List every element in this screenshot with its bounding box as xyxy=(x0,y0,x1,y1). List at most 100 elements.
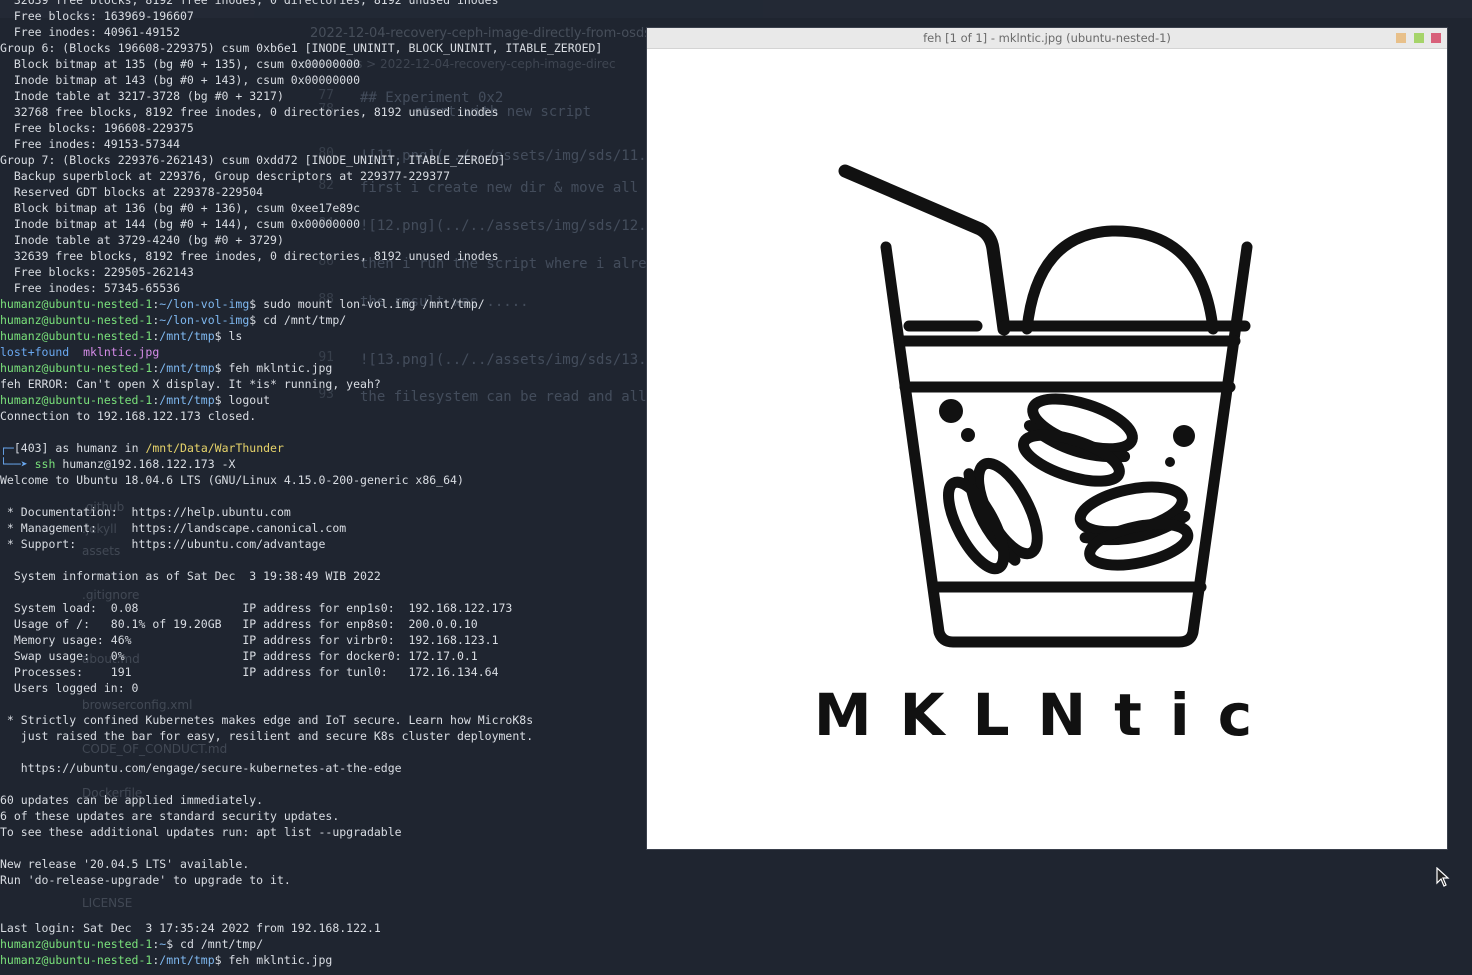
terminal-text: Free inodes: 49153-57344 xyxy=(0,137,181,151)
terminal-line: Users logged in: 0 xyxy=(0,680,650,696)
terminal-text: Free blocks: 196608-229375 xyxy=(0,121,194,135)
terminal-line: 32768 free blocks, 8192 free inodes, 0 d… xyxy=(0,104,650,120)
terminal-text: in xyxy=(117,441,146,455)
terminal-text: humanz xyxy=(76,441,118,455)
terminal-text: ~/lon-vol-img xyxy=(159,297,250,311)
terminal-text: humanz@ubuntu-nested-1 xyxy=(0,313,153,327)
terminal-line: 60 updates can be applied immediately. xyxy=(0,792,650,808)
terminal-text: just raised the bar for easy, resilient … xyxy=(0,729,534,743)
terminal-text: System load: 0.08 IP address for enp1s0:… xyxy=(0,601,513,615)
terminal-text: Free inodes: 57345-65536 xyxy=(0,281,181,295)
terminal-text: ┌─ xyxy=(0,441,14,455)
terminal-text: 32768 free blocks, 8192 free inodes, 0 d… xyxy=(0,105,499,119)
terminal-text: $ sudo mount lon-vol.img /mnt/tmp/ xyxy=(249,297,485,311)
terminal-text: System information as of Sat Dec 3 19:38… xyxy=(0,569,381,583)
terminal-text: Usage of /: 80.1% of 19.20GB IP address … xyxy=(0,617,478,631)
terminal-text: as xyxy=(48,441,77,455)
terminal-text: Last login: Sat Dec 3 17:35:24 2022 from… xyxy=(0,921,381,935)
terminal-text: $ feh mklntic.jpg xyxy=(214,953,333,967)
terminal-line: Free blocks: 163969-196607 xyxy=(0,8,650,24)
close-button[interactable] xyxy=(1431,33,1441,43)
terminal-line: System load: 0.08 IP address for enp1s0:… xyxy=(0,600,650,616)
terminal-line: * Support: https://ubuntu.com/advantage xyxy=(0,536,650,552)
terminal-text: 32639 free blocks, 8192 free inodes, 0 d… xyxy=(0,0,499,7)
terminal-text: $ ls xyxy=(214,329,243,343)
logo-wordmark: MKLNtic xyxy=(813,681,1281,749)
terminal-line: Group 7: (Blocks 229376-262143) csum 0xd… xyxy=(0,152,650,168)
terminal-text: Block bitmap at 136 (bg #0 + 136), csum … xyxy=(0,201,361,215)
terminal-text: Group 6: (Blocks 196608-229375) csum 0xb… xyxy=(0,41,603,55)
terminal-line: Inode bitmap at 143 (bg #0 + 143), csum … xyxy=(0,72,650,88)
terminal-text: lost+found xyxy=(0,345,70,359)
terminal-line: Connection to 192.168.122.173 closed. xyxy=(0,408,650,424)
terminal-line: Last login: Sat Dec 3 17:35:24 2022 from… xyxy=(0,920,650,936)
terminal-text: humanz@192.168.122.173 -X xyxy=(55,457,236,471)
mouse-cursor-icon xyxy=(1436,867,1450,887)
terminal-line: Free inodes: 40961-49152 xyxy=(0,24,650,40)
terminal-line: Welcome to Ubuntu 18.04.6 LTS (GNU/Linux… xyxy=(0,472,650,488)
drink-cup-with-macarons-icon xyxy=(838,164,1253,648)
feh-image-viewer-window[interactable]: feh [1 of 1] - mklntic.jpg (ubuntu-neste… xyxy=(647,28,1447,849)
terminal-text: Free inodes: 40961-49152 xyxy=(0,25,181,39)
terminal-text: 60 updates can be applied immediately. xyxy=(0,793,264,807)
terminal-text: 6 of these updates are standard security… xyxy=(0,809,340,823)
terminal-text: Inode bitmap at 144 (bg #0 + 144), csum … xyxy=(0,217,361,231)
terminal-text: [403] xyxy=(13,441,49,455)
terminal-line: * Management: https://landscape.canonica… xyxy=(0,520,650,536)
terminal-line: Processes: 191 IP address for tunl0: 172… xyxy=(0,664,650,680)
terminal-text: Group 7: (Blocks 229376-262143) csum 0xd… xyxy=(0,153,506,167)
terminal-text: Reserved GDT blocks at 229378-229504 xyxy=(0,185,264,199)
terminal-text: 32639 free blocks, 8192 free inodes, 0 d… xyxy=(0,249,499,263)
terminal-output[interactable]: 32639 free blocks, 8192 free inodes, 0 d… xyxy=(0,0,650,968)
terminal-line: Swap usage: 0% IP address for docker0: 1… xyxy=(0,648,650,664)
terminal-line: lost+found mklntic.jpg xyxy=(0,344,650,360)
terminal-text: Inode bitmap at 143 (bg #0 + 143), csum … xyxy=(0,73,361,87)
terminal-line: humanz@ubuntu-nested-1:~/lon-vol-img$ cd… xyxy=(0,312,650,328)
terminal-line: Inode table at 3217-3728 (bg #0 + 3217) xyxy=(0,88,650,104)
terminal-line: Run 'do-release-upgrade' to upgrade to i… xyxy=(0,872,650,888)
terminal-text: humanz@ubuntu-nested-1 xyxy=(0,953,153,967)
terminal-text: Run 'do-release-upgrade' to upgrade to i… xyxy=(0,873,291,887)
terminal-line: Block bitmap at 136 (bg #0 + 136), csum … xyxy=(0,200,650,216)
maximize-button[interactable] xyxy=(1414,33,1424,43)
terminal-text: $ logout xyxy=(214,393,271,407)
terminal-text: Memory usage: 46% IP address for virbr0:… xyxy=(0,633,499,647)
terminal-line: └──➤ ssh humanz@192.168.122.173 -X xyxy=(0,456,650,472)
terminal-line: To see these additional updates run: apt… xyxy=(0,824,650,840)
terminal-line: humanz@ubuntu-nested-1:/mnt/tmp$ feh mkl… xyxy=(0,952,650,968)
terminal-text: Users logged in: 0 xyxy=(0,681,139,695)
terminal-line: Usage of /: 80.1% of 19.20GB IP address … xyxy=(0,616,650,632)
terminal-text: /mnt/Data/WarThunder xyxy=(145,441,284,455)
terminal-line: * Documentation: https://help.ubuntu.com xyxy=(0,504,650,520)
terminal-text: /mnt/tmp xyxy=(159,329,215,343)
terminal-text: * Documentation: https://help.ubuntu.com xyxy=(0,505,291,519)
terminal-line: Free blocks: 229505-262143 xyxy=(0,264,650,280)
terminal-text: feh ERROR: Can't open X display. It *is*… xyxy=(0,377,381,391)
minimize-button[interactable] xyxy=(1396,33,1406,43)
terminal-text: * Support: https://ubuntu.com/advantage xyxy=(0,537,326,551)
terminal-line: Memory usage: 46% IP address for virbr0:… xyxy=(0,632,650,648)
terminal-text: $ cd /mnt/tmp/ xyxy=(166,937,264,951)
terminal-text: Inode table at 3217-3728 (bg #0 + 3217) xyxy=(0,89,284,103)
terminal-line: https://ubuntu.com/engage/secure-kuberne… xyxy=(0,760,650,776)
terminal-line: humanz@ubuntu-nested-1:/mnt/tmp$ logout xyxy=(0,392,650,408)
terminal-text: Backup superblock at 229376, Group descr… xyxy=(0,169,451,183)
terminal-text: humanz@ubuntu-nested-1 xyxy=(0,937,153,951)
terminal-line: feh ERROR: Can't open X display. It *is*… xyxy=(0,376,650,392)
window-title: feh [1 of 1] - mklntic.jpg (ubuntu-neste… xyxy=(923,31,1171,45)
displayed-image[interactable]: MKLNtic xyxy=(647,49,1447,849)
terminal-text: humanz@ubuntu-nested-1 xyxy=(0,297,153,311)
terminal-text: mklntic.jpg xyxy=(83,345,160,359)
terminal-text: Connection to 192.168.122.173 closed. xyxy=(0,409,257,423)
terminal-line: Inode bitmap at 144 (bg #0 + 144), csum … xyxy=(0,216,650,232)
window-titlebar[interactable]: feh [1 of 1] - mklntic.jpg (ubuntu-neste… xyxy=(647,28,1447,49)
terminal-text: Swap usage: 0% IP address for docker0: 1… xyxy=(0,649,478,663)
